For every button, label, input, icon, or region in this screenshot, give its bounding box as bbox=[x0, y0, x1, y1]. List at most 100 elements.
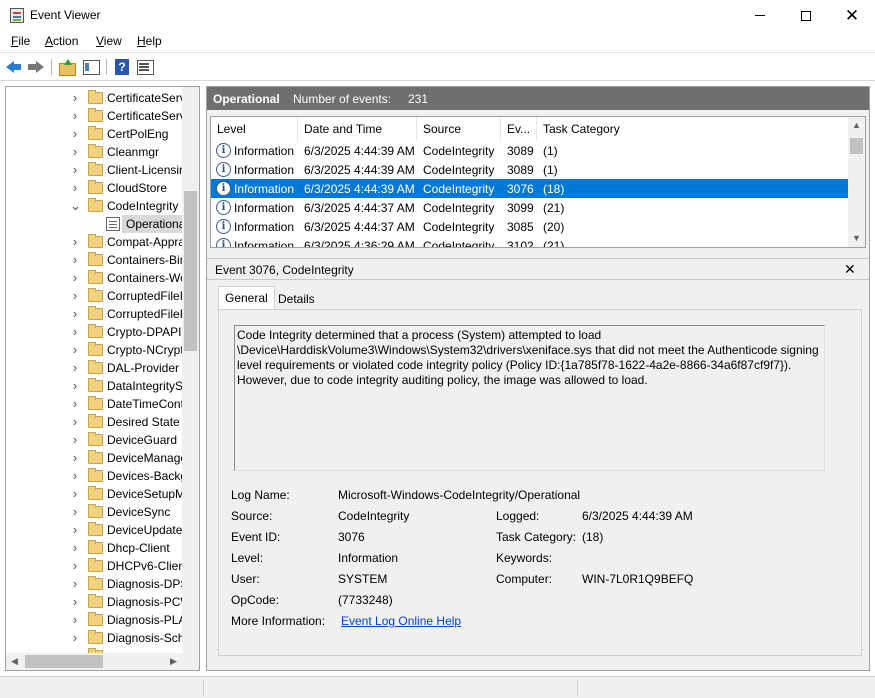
chevron-right-icon[interactable]: › bbox=[70, 523, 80, 536]
menu-action[interactable]: Action bbox=[45, 34, 78, 48]
chevron-right-icon[interactable]: › bbox=[70, 451, 80, 464]
tree-vertical-scrollbar[interactable] bbox=[182, 87, 199, 653]
detail-close-icon[interactable]: ✕ bbox=[844, 261, 856, 278]
tree-item[interactable]: › CorruptedFileF bbox=[6, 305, 184, 323]
chevron-right-icon[interactable]: › bbox=[70, 577, 80, 590]
tree-item[interactable]: › Diagnosis-PCW bbox=[6, 593, 184, 611]
chevron-right-icon[interactable]: › bbox=[70, 181, 80, 194]
chevron-right-icon[interactable]: › bbox=[70, 469, 80, 482]
chevron-right-icon[interactable]: › bbox=[70, 415, 80, 428]
tree-item[interactable]: › DeviceSetupM bbox=[6, 485, 184, 503]
close-window-button[interactable]: ✕ bbox=[829, 0, 875, 31]
tree-item[interactable]: › CertificateServ bbox=[6, 89, 184, 107]
chevron-right-icon[interactable]: › bbox=[70, 289, 80, 302]
tree-pane[interactable]: › CertificateServ › CertificateServ › CertPol… bbox=[5, 86, 200, 671]
chevron-right-icon[interactable]: › bbox=[70, 595, 80, 608]
chevron-right-icon[interactable]: › bbox=[70, 397, 80, 410]
chevron-right-icon[interactable]: › bbox=[70, 505, 80, 518]
tree-scroll-thumb[interactable] bbox=[184, 191, 197, 351]
chevron-right-icon[interactable]: › bbox=[70, 163, 80, 176]
tree-item[interactable]: › Devices-Backg bbox=[6, 467, 184, 485]
tree-item[interactable]: › CloudStore bbox=[6, 179, 184, 197]
tree-item[interactable]: › DeviceGuard bbox=[6, 431, 184, 449]
column-header-source[interactable]: Source bbox=[417, 117, 501, 141]
tree-item[interactable]: › Diagnosis-Sch bbox=[6, 629, 184, 647]
column-header-task-category[interactable]: Task Category bbox=[537, 117, 849, 141]
tree-item[interactable]: › Containers-Bir bbox=[6, 251, 184, 269]
chevron-down-icon[interactable]: ⌄ bbox=[70, 199, 81, 212]
event-list-scrollbar[interactable]: ▲ ▼ bbox=[848, 117, 865, 247]
chevron-right-icon[interactable]: › bbox=[70, 361, 80, 374]
tree-item[interactable]: › CertificateServ bbox=[6, 107, 184, 125]
back-arrow-icon[interactable] bbox=[5, 58, 23, 76]
event-list[interactable]: Level Date and Time Source Ev... Task Ca… bbox=[210, 116, 866, 248]
chevron-right-icon[interactable]: › bbox=[70, 91, 80, 104]
tree-item[interactable]: › Crypto-DPAPI bbox=[6, 323, 184, 341]
menu-file[interactable]: File bbox=[11, 34, 30, 48]
scroll-right-icon[interactable]: ▶ bbox=[165, 653, 182, 670]
chevron-right-icon[interactable]: › bbox=[70, 325, 80, 338]
tree-item[interactable]: › DeviceUpdateA bbox=[6, 521, 184, 539]
chevron-right-icon[interactable]: › bbox=[70, 379, 80, 392]
help-icon[interactable] bbox=[113, 58, 131, 76]
tree-item[interactable]: › DeviceSync bbox=[6, 503, 184, 521]
tree-item[interactable]: › DeviceManage bbox=[6, 449, 184, 467]
chevron-right-icon[interactable]: › bbox=[70, 145, 80, 158]
chevron-right-icon[interactable]: › bbox=[70, 253, 80, 266]
scroll-down-icon[interactable]: ▼ bbox=[848, 230, 865, 247]
scroll-left-icon[interactable]: ◀ bbox=[6, 653, 23, 670]
tree-item[interactable]: › Cleanmgr bbox=[6, 143, 184, 161]
tree-item[interactable]: › Containers-Wo bbox=[6, 269, 184, 287]
forward-arrow-icon[interactable] bbox=[27, 58, 45, 76]
show-hide-tree-icon[interactable] bbox=[82, 58, 100, 76]
up-one-level-icon[interactable] bbox=[58, 58, 76, 76]
event-row[interactable]: i Information 6/3/2025 4:44:39 AM CodeInteg… bbox=[211, 141, 849, 160]
tree-item[interactable]: › CertPolEng bbox=[6, 125, 184, 143]
event-row[interactable]: i Information 6/3/2025 4:36:29 AM CodeInteg… bbox=[211, 236, 849, 247]
chevron-right-icon[interactable]: › bbox=[70, 343, 80, 356]
maximize-button[interactable] bbox=[783, 0, 829, 31]
tree-item[interactable]: › DHCPv6-Clien bbox=[6, 557, 184, 575]
tree-item[interactable]: › DAL-Provider bbox=[6, 359, 184, 377]
tree-item-operational-log[interactable]: Operationa bbox=[6, 215, 184, 233]
tree-item[interactable]: › CorruptedFileF bbox=[6, 287, 184, 305]
tree-item[interactable]: ⌄ CodeIntegrity bbox=[6, 197, 184, 215]
tree-item[interactable]: › Compat-Appra bbox=[6, 233, 184, 251]
event-row[interactable]: i Information 6/3/2025 4:44:37 AM CodeInteg… bbox=[211, 217, 849, 236]
tree-item[interactable]: › Diagnosis-PLA bbox=[6, 611, 184, 629]
chevron-right-icon[interactable]: › bbox=[70, 109, 80, 122]
event-list-scroll-thumb[interactable] bbox=[850, 138, 863, 154]
event-log-online-help-link[interactable]: Event Log Online Help bbox=[341, 614, 461, 628]
properties-icon[interactable] bbox=[136, 58, 154, 76]
chevron-right-icon[interactable]: › bbox=[70, 541, 80, 554]
tree-item[interactable]: › DateTimeCont bbox=[6, 395, 184, 413]
tree-item[interactable]: › DataIntegritySc bbox=[6, 377, 184, 395]
chevron-right-icon[interactable]: › bbox=[70, 487, 80, 500]
tree-item[interactable]: › Client-Licensir bbox=[6, 161, 184, 179]
tree-item[interactable]: › Diagnosis-DPS bbox=[6, 575, 184, 593]
chevron-right-icon[interactable]: › bbox=[70, 235, 80, 248]
tab-general[interactable]: General bbox=[218, 286, 275, 310]
tree-item[interactable]: › Crypto-NCrypt bbox=[6, 341, 184, 359]
chevron-right-icon[interactable]: › bbox=[70, 631, 80, 644]
column-header-event-id[interactable]: Ev... bbox=[501, 117, 537, 141]
chevron-right-icon[interactable]: › bbox=[70, 271, 80, 284]
column-header-level[interactable]: Level bbox=[211, 117, 298, 141]
chevron-right-icon[interactable]: › bbox=[70, 613, 80, 626]
event-message[interactable]: Code Integrity determined that a process… bbox=[234, 325, 825, 471]
event-row-selected[interactable]: i Information 6/3/2025 4:44:39 AM CodeInteg… bbox=[211, 179, 849, 198]
tree-item[interactable]: › Dhcp-Client bbox=[6, 539, 184, 557]
menu-view[interactable]: View bbox=[96, 34, 122, 48]
tree-horizontal-scrollbar[interactable]: ◀ ▶ bbox=[6, 653, 199, 670]
tree-hscroll-thumb[interactable] bbox=[25, 655, 103, 668]
minimize-button[interactable] bbox=[737, 0, 783, 31]
chevron-right-icon[interactable]: › bbox=[70, 127, 80, 140]
event-row[interactable]: i Information 6/3/2025 4:44:37 AM CodeInteg… bbox=[211, 198, 849, 217]
chevron-right-icon[interactable]: › bbox=[70, 559, 80, 572]
tab-details[interactable]: Details bbox=[272, 288, 321, 310]
tree-item[interactable]: › Desired State C bbox=[6, 413, 184, 431]
chevron-right-icon[interactable]: › bbox=[70, 307, 80, 320]
event-row[interactable]: i Information 6/3/2025 4:44:39 AM CodeInteg… bbox=[211, 160, 849, 179]
column-header-date[interactable]: Date and Time bbox=[298, 117, 417, 141]
menu-help[interactable]: Help bbox=[137, 34, 162, 48]
